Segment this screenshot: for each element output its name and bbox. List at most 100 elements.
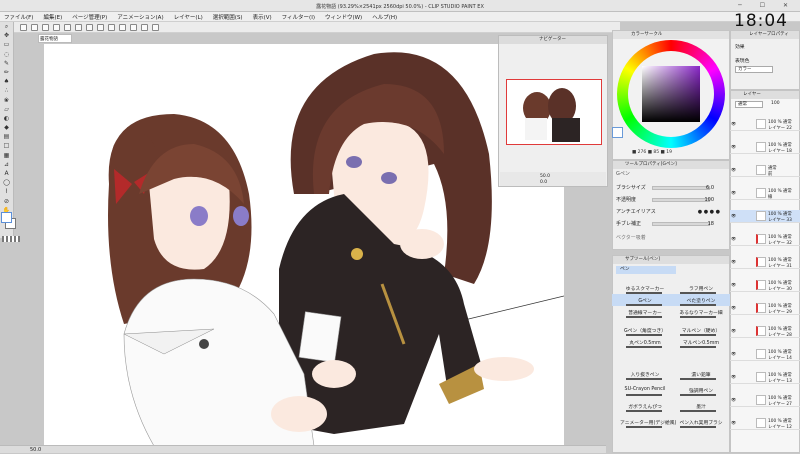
layer-thumbnail[interactable] bbox=[756, 188, 766, 198]
brush-right-2[interactable]: べた塗りペン bbox=[674, 297, 728, 304]
layer-row[interactable]: 👁 100 % 通常 レイヤー 29 bbox=[730, 302, 800, 315]
text-tool-icon[interactable]: A bbox=[2, 170, 11, 177]
visibility-icon[interactable]: 👁 bbox=[731, 260, 736, 264]
layer-thumbnail[interactable] bbox=[756, 326, 766, 336]
layer-row[interactable]: 👁 100 % 通常 レイヤー 22 bbox=[730, 118, 800, 131]
layer-thumbnail[interactable] bbox=[756, 372, 766, 382]
layer-row[interactable]: 👁 100 % 通常 レイヤー 14 bbox=[730, 348, 800, 361]
snap-special-icon[interactable] bbox=[152, 23, 159, 31]
opacity-row[interactable]: 不透明度 100 bbox=[616, 195, 728, 205]
layer-row[interactable]: 👁 100 % 通常 レイヤー 28 bbox=[730, 325, 800, 338]
brush-right-9[interactable]: ペン入れ実用ブラシ bbox=[674, 419, 728, 426]
brush-left-8[interactable]: ガボラえんぴつ bbox=[620, 403, 670, 410]
visibility-icon[interactable]: 👁 bbox=[731, 421, 736, 425]
visibility-icon[interactable]: 👁 bbox=[731, 237, 736, 241]
figure-tool-icon[interactable]: □ bbox=[2, 142, 11, 149]
eraser-tool-icon[interactable]: ▱ bbox=[2, 106, 11, 113]
brush-left-9[interactable]: アニメーター用(デジ絵風) bbox=[620, 419, 676, 426]
ruler-tool-icon[interactable]: ⊿ bbox=[2, 161, 11, 168]
undo-icon[interactable] bbox=[53, 23, 60, 31]
airbrush-tool-icon[interactable]: ∴ bbox=[2, 87, 11, 94]
saturation-value-square[interactable] bbox=[642, 66, 700, 122]
brush-right-1[interactable]: ラフ用ペン bbox=[674, 285, 728, 292]
menu-page[interactable]: ページ管理(P) bbox=[72, 13, 107, 21]
lasso-tool-icon[interactable]: ◌ bbox=[2, 51, 11, 58]
vector-snap-row[interactable]: ベクター吸着 bbox=[616, 233, 728, 243]
transform-icon[interactable] bbox=[86, 23, 93, 31]
menu-selection[interactable]: 選択範囲(S) bbox=[213, 13, 243, 21]
window-controls[interactable]: ─ ☐ ✕ bbox=[738, 2, 796, 9]
brush-size-row[interactable]: ブラシサイズ 6.0 bbox=[616, 183, 728, 193]
brush-left-1[interactable]: ゆるスクマーカー bbox=[620, 285, 670, 292]
menu-window[interactable]: ウィンドウ(W) bbox=[325, 13, 362, 21]
layer-thumbnail[interactable] bbox=[756, 418, 766, 428]
visibility-icon[interactable]: 👁 bbox=[731, 168, 736, 172]
menu-layer[interactable]: レイヤー(L) bbox=[174, 13, 203, 21]
new-icon[interactable] bbox=[20, 23, 27, 31]
layer-row[interactable]: 👁 100 % 通常 レイヤー 31 bbox=[730, 256, 800, 269]
layer-thumbnail[interactable] bbox=[756, 142, 766, 152]
layer-thumbnail[interactable] bbox=[756, 395, 766, 405]
navigator-angle[interactable]: 0.0 bbox=[540, 180, 547, 185]
antialias-dots[interactable]: ● ● ● ● bbox=[698, 207, 720, 217]
visibility-icon[interactable]: 👁 bbox=[731, 306, 736, 310]
brush-left-6[interactable]: 入り抜きペン bbox=[620, 371, 670, 378]
gradient-tool-icon[interactable]: ▤ bbox=[2, 133, 11, 140]
artwork-canvas[interactable] bbox=[44, 44, 564, 446]
layer-row[interactable]: 👁 100 % 通常 レイヤー 32 bbox=[730, 233, 800, 246]
visibility-icon[interactable]: 👁 bbox=[731, 283, 736, 287]
layer-row[interactable]: 👁 100 % 通常 レイヤー 12 bbox=[730, 417, 800, 430]
menu-help[interactable]: ヘルプ(H) bbox=[372, 13, 397, 21]
layer-thumbnail[interactable] bbox=[756, 119, 766, 129]
frame-tool-icon[interactable]: ▦ bbox=[2, 152, 11, 159]
layer-thumbnail[interactable] bbox=[756, 165, 766, 175]
fill-tool-icon[interactable]: ◆ bbox=[2, 124, 11, 131]
brush-right-5[interactable]: マルペン0.5mm bbox=[674, 339, 728, 346]
brush-right-4[interactable]: マルペン（硬め） bbox=[674, 327, 728, 334]
eyedropper-tool-icon[interactable]: ⊘ bbox=[2, 198, 11, 205]
brush-tool-icon[interactable]: ♠ bbox=[2, 78, 11, 85]
brush-right-6[interactable]: 濃い鉛筆 bbox=[674, 371, 728, 378]
canvas-tab[interactable]: 露花物語 bbox=[38, 34, 72, 43]
line-correction-tool-icon[interactable]: ⌇ bbox=[2, 188, 11, 195]
brush-row[interactable]: ゆるスクマーカー ラフ用ペン bbox=[612, 282, 730, 294]
foreground-color-swatch[interactable] bbox=[1, 212, 12, 223]
brush-row-selected[interactable]: Gペン べた塗りペン bbox=[612, 294, 730, 306]
navigator-viewport[interactable] bbox=[506, 79, 602, 145]
layer-opacity[interactable]: 100 bbox=[771, 101, 780, 106]
snap-grid-icon[interactable] bbox=[141, 23, 148, 31]
brush-size-slider[interactable] bbox=[652, 186, 710, 190]
visibility-icon[interactable]: 👁 bbox=[731, 145, 736, 149]
layer-thumbnail[interactable] bbox=[756, 280, 766, 290]
brush-right-7[interactable]: 強調用ペン bbox=[674, 387, 728, 394]
brush-row[interactable]: ガボラえんぴつ 墨汁 bbox=[612, 400, 730, 412]
invert-selection-icon[interactable] bbox=[108, 23, 115, 31]
brush-row[interactable]: SU-Crayon Pencil 強調用ペン bbox=[612, 384, 730, 396]
layer-row[interactable]: 👁 100 % 通常線 bbox=[730, 187, 800, 200]
layer-thumbnail[interactable] bbox=[756, 211, 766, 221]
layer-row[interactable]: 👁 100 % 通常 レイヤー 13 bbox=[730, 371, 800, 384]
menu-animation[interactable]: アニメーション(A) bbox=[117, 13, 163, 21]
zoom-tool-icon[interactable]: ⌕ bbox=[2, 23, 11, 30]
visibility-icon[interactable]: 👁 bbox=[731, 375, 736, 379]
brush-left-2[interactable]: Gペン bbox=[620, 297, 670, 304]
brush-left-5[interactable]: 丸ペン0.5mm bbox=[620, 339, 670, 346]
antialias-row[interactable]: アンチエイリアス ● ● ● ● bbox=[616, 207, 728, 217]
redo-icon[interactable] bbox=[64, 23, 71, 31]
current-color-swatch[interactable] bbox=[612, 127, 623, 138]
brush-row[interactable]: 丸ペン0.5mm マルペン0.5mm bbox=[612, 336, 730, 348]
layer-thumbnail[interactable] bbox=[756, 234, 766, 244]
brush-row[interactable]: アニメーター用(デジ絵風) ペン入れ実用ブラシ bbox=[612, 416, 730, 428]
snap-ruler-icon[interactable] bbox=[130, 23, 137, 31]
save-icon[interactable] bbox=[42, 23, 49, 31]
visibility-icon[interactable]: 👁 bbox=[731, 191, 736, 195]
fill-icon[interactable] bbox=[119, 23, 126, 31]
visibility-icon[interactable]: 👁 bbox=[731, 329, 736, 333]
transparent-color-swatch[interactable] bbox=[2, 236, 20, 242]
pen-tool-icon[interactable]: ✎ bbox=[2, 60, 11, 67]
move-tool-icon[interactable]: ✥ bbox=[2, 32, 11, 39]
menu-file[interactable]: ファイル(F) bbox=[4, 13, 33, 21]
layer-row[interactable]: 👁 100 % 通常 レイヤー 33 bbox=[730, 210, 800, 223]
visibility-icon[interactable]: 👁 bbox=[731, 398, 736, 402]
expression-color-select[interactable]: カラー bbox=[735, 66, 773, 73]
